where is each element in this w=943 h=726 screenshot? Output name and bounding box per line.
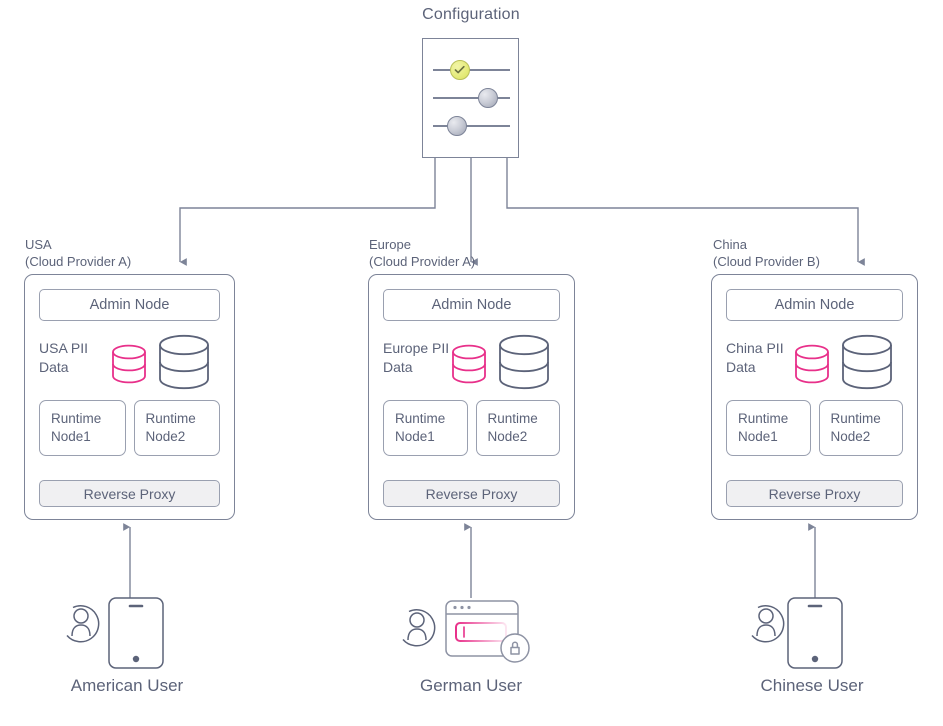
pii-label-usa: USA PII Data [39, 340, 89, 375]
user-group-german[interactable]: German User [371, 592, 571, 712]
runtime-row-china: Runtime Node1 Runtime Node2 [726, 400, 903, 456]
runtime-row-europe: Runtime Node1 Runtime Node2 [383, 400, 560, 456]
user-caption-american: American User [70, 676, 184, 695]
user-group-american[interactable]: American User [27, 592, 227, 712]
region-label-usa: USA (Cloud Provider A) [25, 237, 132, 269]
user-caption-german: German User [419, 676, 523, 695]
configuration-title: Configuration [422, 6, 520, 23]
pii-row-usa: USA PII Data [39, 331, 220, 393]
admin-node-europe[interactable]: Admin Node [383, 289, 560, 321]
lock-badge-icon [500, 633, 530, 663]
region-card-europe[interactable]: Admin Node Europe PII Data Runtime Node1… [368, 274, 575, 520]
pii-database-icon [112, 344, 146, 384]
slider-row-3[interactable] [433, 115, 510, 137]
runtime-node1-china[interactable]: Runtime Node1 [726, 400, 811, 456]
slider-knob-check-icon[interactable] [450, 60, 470, 80]
slider-knob-icon[interactable] [478, 88, 498, 108]
pii-row-europe: Europe PII Data [383, 331, 560, 393]
text-input-field-icon [455, 622, 507, 642]
reverse-proxy-europe[interactable]: Reverse Proxy [383, 480, 560, 507]
user-icons-chinese [712, 592, 912, 674]
slider-row-2[interactable] [433, 87, 510, 109]
person-avatar-icon [751, 605, 785, 643]
user-icons-american [27, 592, 227, 674]
database-group-usa [108, 331, 216, 393]
user-group-chinese[interactable]: Chinese User [712, 592, 912, 712]
browser-dots-icon [453, 605, 471, 610]
tablet-device-icon [108, 597, 164, 669]
region-label-europe: Europe (Cloud Provider A) [369, 237, 476, 269]
main-database-icon [842, 334, 892, 390]
runtime-node2-usa[interactable]: Runtime Node2 [133, 400, 220, 456]
region-card-usa[interactable]: Admin Node USA PII Data Runtime Node1 Ru… [24, 274, 235, 520]
pii-database-icon [795, 344, 829, 384]
slider-track [433, 69, 510, 71]
database-group-china [791, 331, 899, 393]
pii-row-china: China PII Data [726, 331, 903, 393]
user-caption-chinese: Chinese User [760, 676, 864, 695]
slider-track [433, 97, 510, 99]
configuration-box[interactable] [422, 38, 519, 158]
slider-track [433, 125, 510, 127]
region-label-china: China (Cloud Provider B) [713, 237, 820, 269]
person-avatar-icon [402, 609, 436, 647]
reverse-proxy-china[interactable]: Reverse Proxy [726, 480, 903, 507]
region-card-china[interactable]: Admin Node China PII Data Runtime Node1 … [711, 274, 918, 520]
tablet-device-icon [787, 597, 843, 669]
reverse-proxy-usa[interactable]: Reverse Proxy [39, 480, 220, 507]
admin-node-usa[interactable]: Admin Node [39, 289, 220, 321]
pii-label-europe: Europe PII Data [383, 340, 450, 375]
runtime-node1-europe[interactable]: Runtime Node1 [383, 400, 468, 456]
main-database-icon [499, 334, 549, 390]
diagram-canvas: Configuration USA (Cloud Provider A) Adm… [0, 0, 943, 726]
slider-row-1[interactable] [433, 59, 510, 81]
runtime-node2-europe[interactable]: Runtime Node2 [475, 400, 560, 456]
pii-database-icon [452, 344, 486, 384]
database-group-europe [448, 331, 556, 393]
person-avatar-icon [66, 605, 100, 643]
pii-label-china: China PII Data [726, 340, 784, 375]
runtime-node2-china[interactable]: Runtime Node2 [818, 400, 903, 456]
main-database-icon [159, 334, 209, 390]
runtime-row-usa: Runtime Node1 Runtime Node2 [39, 400, 220, 456]
runtime-node1-usa[interactable]: Runtime Node1 [39, 400, 126, 456]
slider-knob-icon[interactable] [447, 116, 467, 136]
admin-node-china[interactable]: Admin Node [726, 289, 903, 321]
user-icons-german [371, 592, 571, 674]
